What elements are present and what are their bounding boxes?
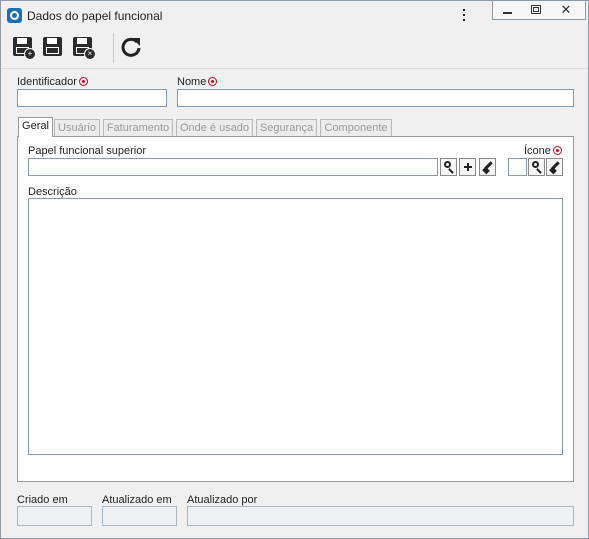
search-icon	[444, 161, 451, 168]
tab-usuario[interactable]: Usuário	[54, 119, 100, 136]
more-options-icon[interactable]	[459, 7, 469, 23]
tab-faturamento[interactable]: Faturamento	[103, 119, 173, 136]
close-button[interactable]: ✕	[551, 1, 581, 19]
nome-label: Nome	[177, 76, 218, 88]
toolbar-separator	[113, 33, 114, 63]
minimize-button[interactable]	[493, 1, 523, 19]
criado-em-field	[17, 506, 92, 526]
icone-search-button[interactable]	[528, 158, 545, 176]
criado-em-label: Criado em	[17, 494, 68, 506]
save-and-new-button[interactable]: +	[11, 35, 36, 60]
clear-button[interactable]	[479, 158, 496, 176]
descricao-textarea[interactable]	[28, 198, 563, 455]
restore-button[interactable]	[521, 1, 551, 19]
window-title: Dados do papel funcional	[27, 9, 163, 23]
descricao-label: Descrição	[28, 186, 77, 198]
tab-geral[interactable]: Geral	[18, 117, 53, 137]
atualizado-em-field	[102, 506, 177, 526]
refresh-button[interactable]	[119, 35, 143, 59]
search-icon	[532, 161, 539, 168]
add-button[interactable]	[459, 158, 476, 176]
tab-componente[interactable]: Componente	[320, 119, 392, 136]
save-and-close-button[interactable]: ×	[71, 35, 96, 60]
atualizado-por-field	[187, 506, 574, 526]
toolbar-divider	[1, 68, 588, 69]
identificador-field[interactable]	[17, 89, 167, 107]
title-bar: Dados do papel funcional ✕	[1, 1, 588, 29]
identificador-label: Identificador	[17, 76, 88, 88]
tab-onde-e-usado[interactable]: Onde é usado	[176, 119, 253, 136]
dialog-window: Dados do papel funcional ✕ + × Identific…	[0, 0, 589, 539]
icone-preview[interactable]	[508, 158, 527, 176]
toolbar: + ×	[1, 29, 588, 67]
icone-clear-button[interactable]	[546, 158, 563, 176]
atualizado-em-label: Atualizado em	[102, 494, 172, 506]
required-icon	[78, 77, 88, 86]
tab-seguranca[interactable]: Segurança	[256, 119, 317, 136]
badge-close-icon: ×	[84, 48, 96, 60]
badge-plus-icon: +	[24, 48, 36, 60]
icone-label: Ícone	[524, 145, 562, 157]
save-button[interactable]	[41, 35, 65, 59]
window-controls: ✕	[492, 1, 586, 20]
nome-field[interactable]	[177, 89, 574, 107]
required-icon	[552, 146, 562, 155]
save-icon	[43, 37, 62, 56]
app-logo-icon	[7, 8, 22, 23]
atualizado-por-label: Atualizado por	[187, 494, 258, 506]
refresh-icon	[121, 37, 141, 57]
papel-superior-field[interactable]	[28, 158, 438, 176]
required-icon	[208, 77, 218, 86]
search-button[interactable]	[440, 158, 457, 176]
papel-superior-label: Papel funcional superior	[28, 145, 147, 157]
